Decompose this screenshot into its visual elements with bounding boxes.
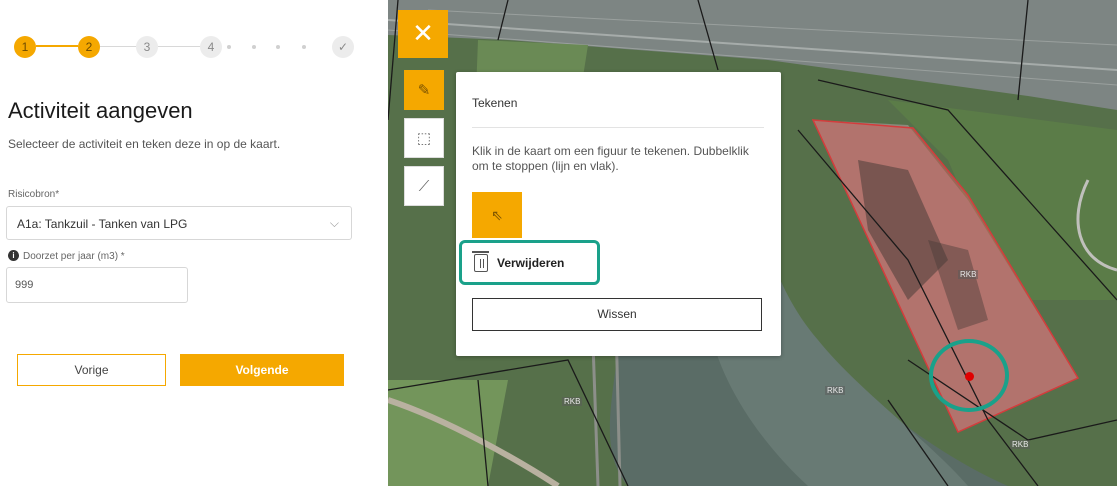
step-4[interactable]: 4 xyxy=(200,36,222,58)
map-label: RKB xyxy=(1010,440,1031,449)
map-label: RKB xyxy=(958,270,979,279)
clear-button[interactable]: Wissen xyxy=(472,298,762,331)
step-1[interactable]: 1 xyxy=(14,36,36,58)
page-subtitle: Selecteer de activiteit en teken deze in… xyxy=(8,137,281,151)
divider xyxy=(472,127,764,128)
step-dot xyxy=(302,45,306,49)
location-marker[interactable] xyxy=(965,372,974,381)
activity-form-panel: 1 2 3 4 ✓ Activiteit aangeven Selecteer … xyxy=(0,0,388,486)
cube-icon[interactable]: ⬚ xyxy=(404,118,444,158)
throughput-value: 999 xyxy=(15,279,34,291)
step-connector xyxy=(36,45,78,47)
step-connector xyxy=(100,46,136,47)
draw-popup: Tekenen Klik in de kaart om een figuur t… xyxy=(456,72,781,356)
throughput-label: Doorzet per jaar (m3) * xyxy=(23,251,125,262)
chevron-down-icon: ⌵ xyxy=(329,216,339,230)
map-label: RKB xyxy=(562,397,583,406)
progress-stepper: 1 2 3 4 ✓ xyxy=(14,36,354,58)
step-connector xyxy=(158,46,200,47)
step-3[interactable]: 3 xyxy=(136,36,158,58)
popup-title: Tekenen xyxy=(472,96,518,110)
step-done-check[interactable]: ✓ xyxy=(332,36,354,58)
page-title: Activiteit aangeven xyxy=(8,98,193,123)
risk-source-select[interactable]: A1a: Tankzuil - Tanken van LPG ⌵ xyxy=(6,206,352,240)
cursor-icon: ⇖ xyxy=(491,207,503,223)
previous-button[interactable]: Vorige xyxy=(17,354,166,386)
draw-shape-button[interactable]: ⇖ xyxy=(472,192,522,238)
step-dot xyxy=(252,45,256,49)
info-icon[interactable]: i xyxy=(8,250,19,261)
next-button[interactable]: Volgende xyxy=(180,354,344,386)
delete-highlight-annotation xyxy=(459,240,600,285)
risk-source-label: Risicobron* xyxy=(8,189,60,200)
close-draw-button[interactable]: ✕ xyxy=(398,10,448,58)
draw-instructions: Klik in de kaart om een figuur te tekene… xyxy=(472,144,749,173)
pencil-icon[interactable]: ✎ xyxy=(404,70,444,110)
ruler-icon[interactable]: ⟋ xyxy=(404,166,444,206)
throughput-input[interactable]: 999 xyxy=(6,267,188,303)
step-dot xyxy=(227,45,231,49)
step-dot xyxy=(276,45,280,49)
risk-source-value: A1a: Tankzuil - Tanken van LPG xyxy=(17,217,188,231)
step-2[interactable]: 2 xyxy=(78,36,100,58)
map-label: RKB xyxy=(825,386,846,395)
